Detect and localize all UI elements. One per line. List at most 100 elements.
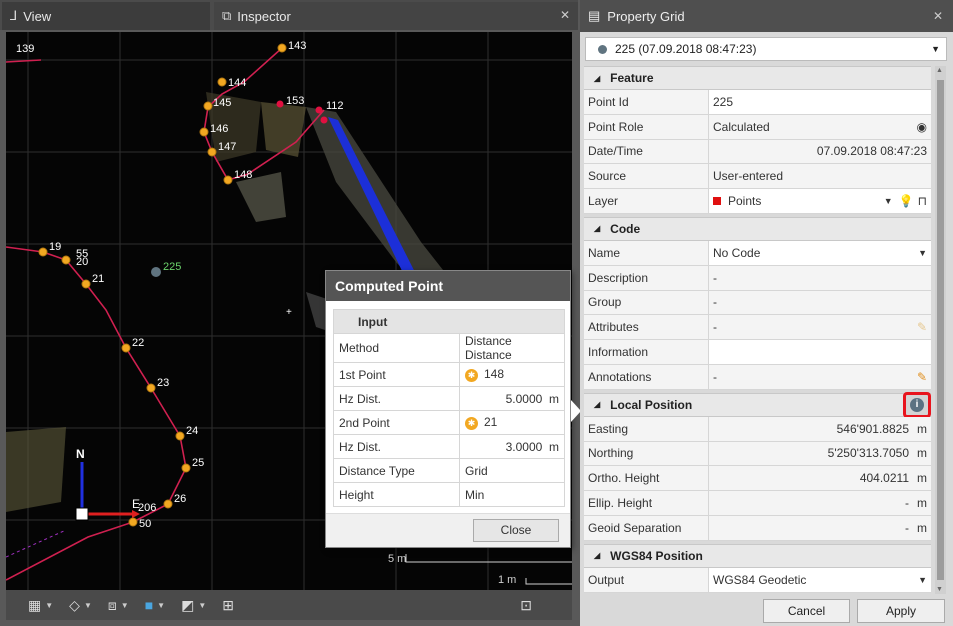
row-label: Easting — [584, 416, 709, 441]
vertical-scrollbar[interactable]: ▲ ▼ — [935, 66, 946, 594]
scale-1m-label: 1 m — [498, 574, 516, 586]
row-label: Source — [584, 164, 709, 189]
row-label: 2nd Point — [333, 410, 460, 435]
unit-label: m — [917, 496, 927, 511]
row-layer: Layer Points ▼ 💡 ⊓ — [584, 189, 931, 214]
first-point-value: 148 — [484, 367, 505, 382]
edit-pencil-icon: ✎ — [916, 320, 927, 335]
ellip-height-value: -m — [709, 491, 931, 515]
north-label: N — [76, 447, 85, 461]
row-value: Min — [459, 482, 565, 507]
section-feature[interactable]: ◢ Feature — [584, 66, 931, 90]
scroll-up-icon[interactable]: ▲ — [936, 67, 943, 74]
tab-view[interactable]: ⅃ View — [2, 2, 210, 30]
collapse-icon: ◢ — [594, 400, 601, 410]
chevron-down-icon: ▼ — [198, 600, 207, 610]
cube-icon: ■ — [144, 597, 154, 613]
cube-button[interactable]: ■ ▼ — [141, 594, 169, 616]
close-icon[interactable]: ✕ — [933, 9, 943, 23]
map-label: 148 — [234, 169, 252, 181]
row-label: Point Role — [584, 114, 709, 139]
map-label: 24 — [186, 425, 198, 437]
property-grid: ◢ Feature Point Id 225 Point Role Calcula… — [584, 66, 931, 594]
bottom-toolbar: ▦ ▼ ◇ ▼ ⧈ ▼ ■ ▼ ◩ ▼ ⊞ ⊡ — [6, 590, 572, 620]
section-title: Feature — [610, 71, 654, 85]
row-value: Grid — [459, 458, 565, 483]
point-role-value: Calculated ◉ — [709, 114, 931, 139]
popup-footer: Close — [326, 513, 570, 547]
layers-button[interactable]: ⧈ ▼ — [104, 594, 133, 616]
table-button[interactable]: ⊞ — [218, 594, 238, 616]
collapse-icon: ◢ — [594, 73, 601, 83]
row-point-role: Point Role Calculated ◉ — [584, 114, 931, 140]
compass: N E — [75, 447, 140, 521]
section-code[interactable]: ◢ Code — [584, 216, 931, 241]
tab-inspector[interactable]: ⧉ Inspector ✕ — [214, 2, 578, 30]
row-label: Information — [584, 340, 709, 364]
calculated-point-225[interactable] — [151, 267, 161, 277]
close-button[interactable]: Close — [473, 519, 559, 542]
info-button[interactable]: i — [903, 391, 931, 418]
table-icon: ⊞ — [222, 596, 234, 613]
point-id-field[interactable]: 225 — [709, 90, 931, 114]
property-grid-footer: Cancel Apply — [580, 596, 953, 626]
erase-button[interactable]: ◇ ▼ — [65, 594, 96, 616]
unit-label: m — [917, 421, 927, 436]
annotations-text: - — [713, 369, 717, 384]
information-field[interactable] — [709, 340, 931, 364]
cancel-button[interactable]: Cancel — [763, 599, 850, 623]
computed-point-popup: Computed Point Input Method Distance Dis… — [325, 270, 571, 548]
row-geoid-separation: Geoid Separation -m — [584, 515, 931, 541]
scroll-down-icon[interactable]: ▼ — [936, 586, 943, 593]
chevron-down-icon: ▼ — [918, 247, 927, 258]
section-title: Code — [610, 221, 641, 236]
row-northing: Northing 5'250'313.7050 m — [584, 441, 931, 467]
target-icon[interactable]: ◉ — [917, 120, 927, 134]
zoom-extents-button[interactable]: ⊡ — [520, 597, 532, 614]
output-select[interactable]: WGS84 Geodetic ▼ — [709, 567, 931, 592]
object-selector[interactable]: 225 (07.09.2018 08:47:23) ▼ — [585, 37, 947, 61]
northing-number: 5'250'313.7050 — [827, 446, 909, 461]
collapse-icon: ◢ — [594, 551, 601, 561]
map-label: 147 — [218, 141, 236, 153]
unlock-icon[interactable]: ⊓ — [918, 194, 927, 208]
row-group: Group - — [584, 290, 931, 316]
info-icon: i — [910, 397, 924, 412]
row-label: Hz Dist. — [333, 386, 460, 411]
chevron-down-icon: ▼ — [120, 600, 129, 610]
scroll-thumb[interactable] — [937, 80, 944, 580]
section-title: WGS84 Position — [610, 548, 703, 563]
map-label: 25 — [192, 457, 204, 469]
popup-body: Input Method Distance Distance 1st Point… — [326, 301, 570, 507]
map-label: 153 — [286, 95, 304, 107]
popup-section-input: Input — [333, 309, 565, 334]
point-role-text: Calculated — [713, 119, 770, 134]
table-row: 1st Point ✱ 148 — [333, 362, 565, 387]
bulb-icon[interactable]: 💡 — [899, 194, 914, 208]
row-label: Group — [584, 290, 709, 315]
collapse-icon: ◢ — [594, 224, 601, 234]
map-label: 146 — [210, 123, 228, 135]
table-row: Hz Dist. 5.0000 m — [333, 386, 565, 411]
popup-title: Computed Point — [326, 271, 570, 301]
grid-view-button[interactable]: ▦ ▼ — [24, 594, 57, 616]
code-name-select[interactable]: No Code ▼ — [709, 240, 931, 265]
point-dot-icon — [598, 44, 607, 54]
table-row: Method Distance Distance — [333, 333, 565, 363]
map-label: 23 — [157, 377, 169, 389]
row-label: Ellip. Height — [584, 491, 709, 515]
zoom-extents-icon: ⊡ — [520, 596, 532, 613]
row-label: Distance Type — [333, 458, 460, 483]
section-local-position[interactable]: ◢ Local Position i — [584, 391, 931, 418]
edit-pencil-icon[interactable]: ✎ — [917, 370, 927, 384]
section-wgs84-position[interactable]: ◢ WGS84 Position — [584, 543, 931, 568]
layer-select[interactable]: Points ▼ 💡 ⊓ — [709, 189, 931, 213]
unit-label: m — [917, 471, 927, 486]
map-label: 50 — [139, 518, 151, 530]
property-grid-titlebar: ▤ Property Grid ✕ — [580, 0, 953, 32]
app-window: ⅃ View ⧉ Inspector ✕ 139 143 144 145 153… — [0, 0, 953, 626]
close-icon[interactable]: ✕ — [560, 8, 570, 22]
apply-button[interactable]: Apply — [857, 599, 945, 623]
scale-bar — [405, 554, 572, 585]
filter-button[interactable]: ◩ ▼ — [177, 594, 210, 616]
